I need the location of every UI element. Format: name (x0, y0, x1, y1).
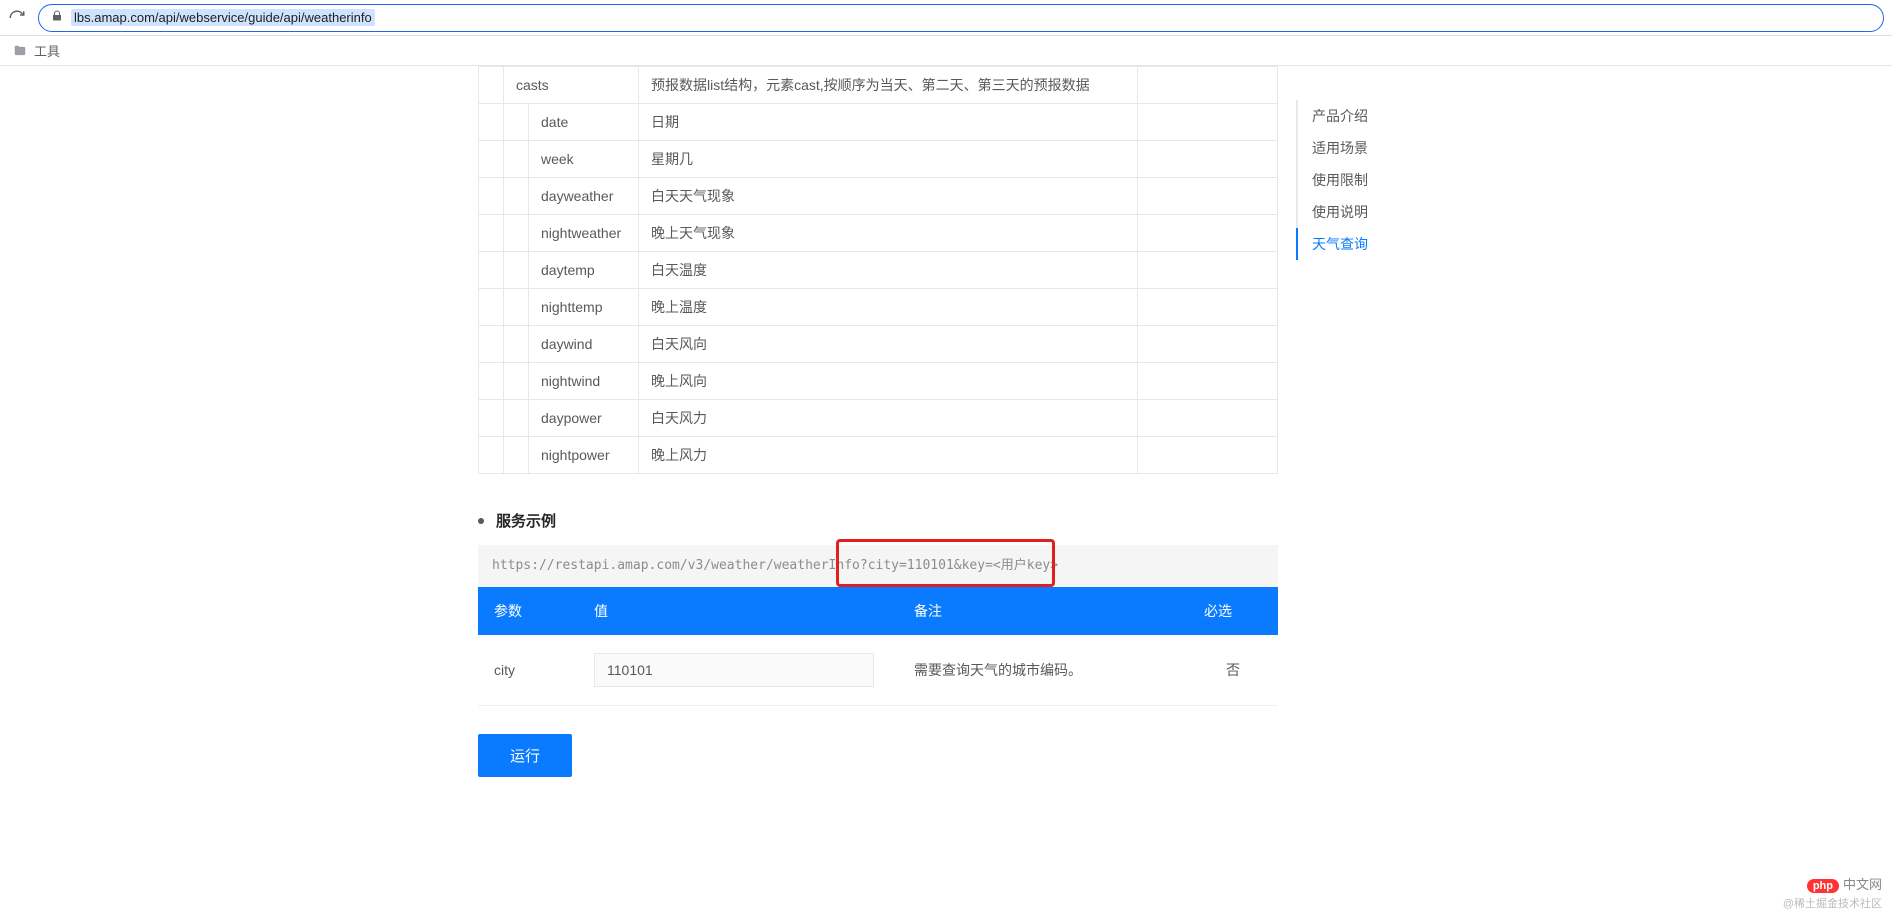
url-rest: //restapi.amap.com/v3/weather/weatherInf… (539, 558, 1058, 573)
url-input[interactable]: lbs.amap.com/api/webservice/guide/api/we… (38, 4, 1884, 32)
table-row: nightpower晚上风力 (479, 437, 1278, 474)
table-row: date日期 (479, 104, 1278, 141)
table-row: nightwind晚上风向 (479, 363, 1278, 400)
field-name: daypower (529, 400, 639, 437)
field-desc: 晚上天气现象 (639, 215, 1138, 252)
param-note: 需要查询天气的城市编码。 (898, 635, 1188, 706)
folder-icon (12, 44, 28, 58)
field-name: date (529, 104, 639, 141)
section-heading-service-example: 服务示例 (478, 510, 1278, 531)
field-name: nightwind (529, 363, 639, 400)
field-desc: 星期几 (639, 141, 1138, 178)
toc-item[interactable]: 使用说明 (1296, 196, 1416, 228)
table-row: nighttemp晚上温度 (479, 289, 1278, 326)
url-scheme: https: (492, 558, 539, 573)
field-desc: 白天风向 (639, 326, 1138, 363)
field-name: casts (504, 67, 639, 104)
field-name: daytemp (529, 252, 639, 289)
section-heading-text: 服务示例 (496, 510, 556, 531)
watermark: php 中文网 @稀土掘金技术社区 (1783, 874, 1882, 911)
field-desc: 预报数据list结构，元素cast,按顺序为当天、第二天、第三天的预报数据 (639, 67, 1138, 104)
field-name: nighttemp (529, 289, 639, 326)
field-desc: 晚上风向 (639, 363, 1138, 400)
field-desc: 白天天气现象 (639, 178, 1138, 215)
field-name: nightweather (529, 215, 639, 252)
reload-icon[interactable] (8, 9, 26, 27)
run-button[interactable]: 运行 (478, 734, 572, 777)
param-required: 否 (1188, 635, 1278, 706)
param-name: city (478, 635, 578, 706)
col-header-note: 备注 (898, 587, 1188, 635)
table-row: city 需要查询天气的城市编码。否 (478, 635, 1278, 706)
watermark-sub: @稀土掘金技术社区 (1783, 895, 1882, 911)
watermark-main: 中文网 (1843, 877, 1882, 892)
table-row: daywind白天风向 (479, 326, 1278, 363)
bookmark-folder-label: 工具 (34, 41, 60, 60)
field-desc: 晚上风力 (639, 437, 1138, 474)
table-row: daytemp白天温度 (479, 252, 1278, 289)
field-name: dayweather (529, 178, 639, 215)
field-name: week (529, 141, 639, 178)
field-name: nightpower (529, 437, 639, 474)
toc-item[interactable]: 使用限制 (1296, 164, 1416, 196)
table-row: casts预报数据list结构，元素cast,按顺序为当天、第二天、第三天的预报… (479, 67, 1278, 104)
table-row: dayweather白天天气现象 (479, 178, 1278, 215)
table-row: week星期几 (479, 141, 1278, 178)
table-row: nightweather晚上天气现象 (479, 215, 1278, 252)
field-desc: 白天温度 (639, 252, 1138, 289)
params-table: 参数 值 备注 必选 city 需要查询天气的城市编码。否 (478, 587, 1278, 706)
field-desc: 晚上温度 (639, 289, 1138, 326)
col-header-value: 值 (578, 587, 898, 635)
example-url-code: https://restapi.amap.com/v3/weather/weat… (478, 545, 1278, 587)
field-desc: 白天风力 (639, 400, 1138, 437)
url-text: lbs.amap.com/api/webservice/guide/api/we… (71, 9, 375, 26)
browser-address-bar: lbs.amap.com/api/webservice/guide/api/we… (0, 0, 1892, 36)
bookmark-folder[interactable]: 工具 (12, 41, 60, 60)
toc-item[interactable]: 产品介绍 (1296, 100, 1416, 132)
bullet-dot-icon (478, 518, 484, 524)
field-desc: 日期 (639, 104, 1138, 141)
col-header-required: 必选 (1188, 587, 1278, 635)
field-name: daywind (529, 326, 639, 363)
param-value-input[interactable] (594, 653, 874, 687)
bookmarks-bar: 工具 (0, 36, 1892, 66)
watermark-pill: php (1807, 879, 1839, 893)
table-row: daypower白天风力 (479, 400, 1278, 437)
col-header-param: 参数 (478, 587, 578, 635)
lock-icon (51, 10, 63, 25)
toc-item[interactable]: 天气查询 (1296, 228, 1416, 260)
response-fields-table: casts预报数据list结构，元素cast,按顺序为当天、第二天、第三天的预报… (478, 66, 1278, 474)
page-toc: 产品介绍适用场景使用限制使用说明天气查询 (1296, 100, 1416, 260)
toc-item[interactable]: 适用场景 (1296, 132, 1416, 164)
